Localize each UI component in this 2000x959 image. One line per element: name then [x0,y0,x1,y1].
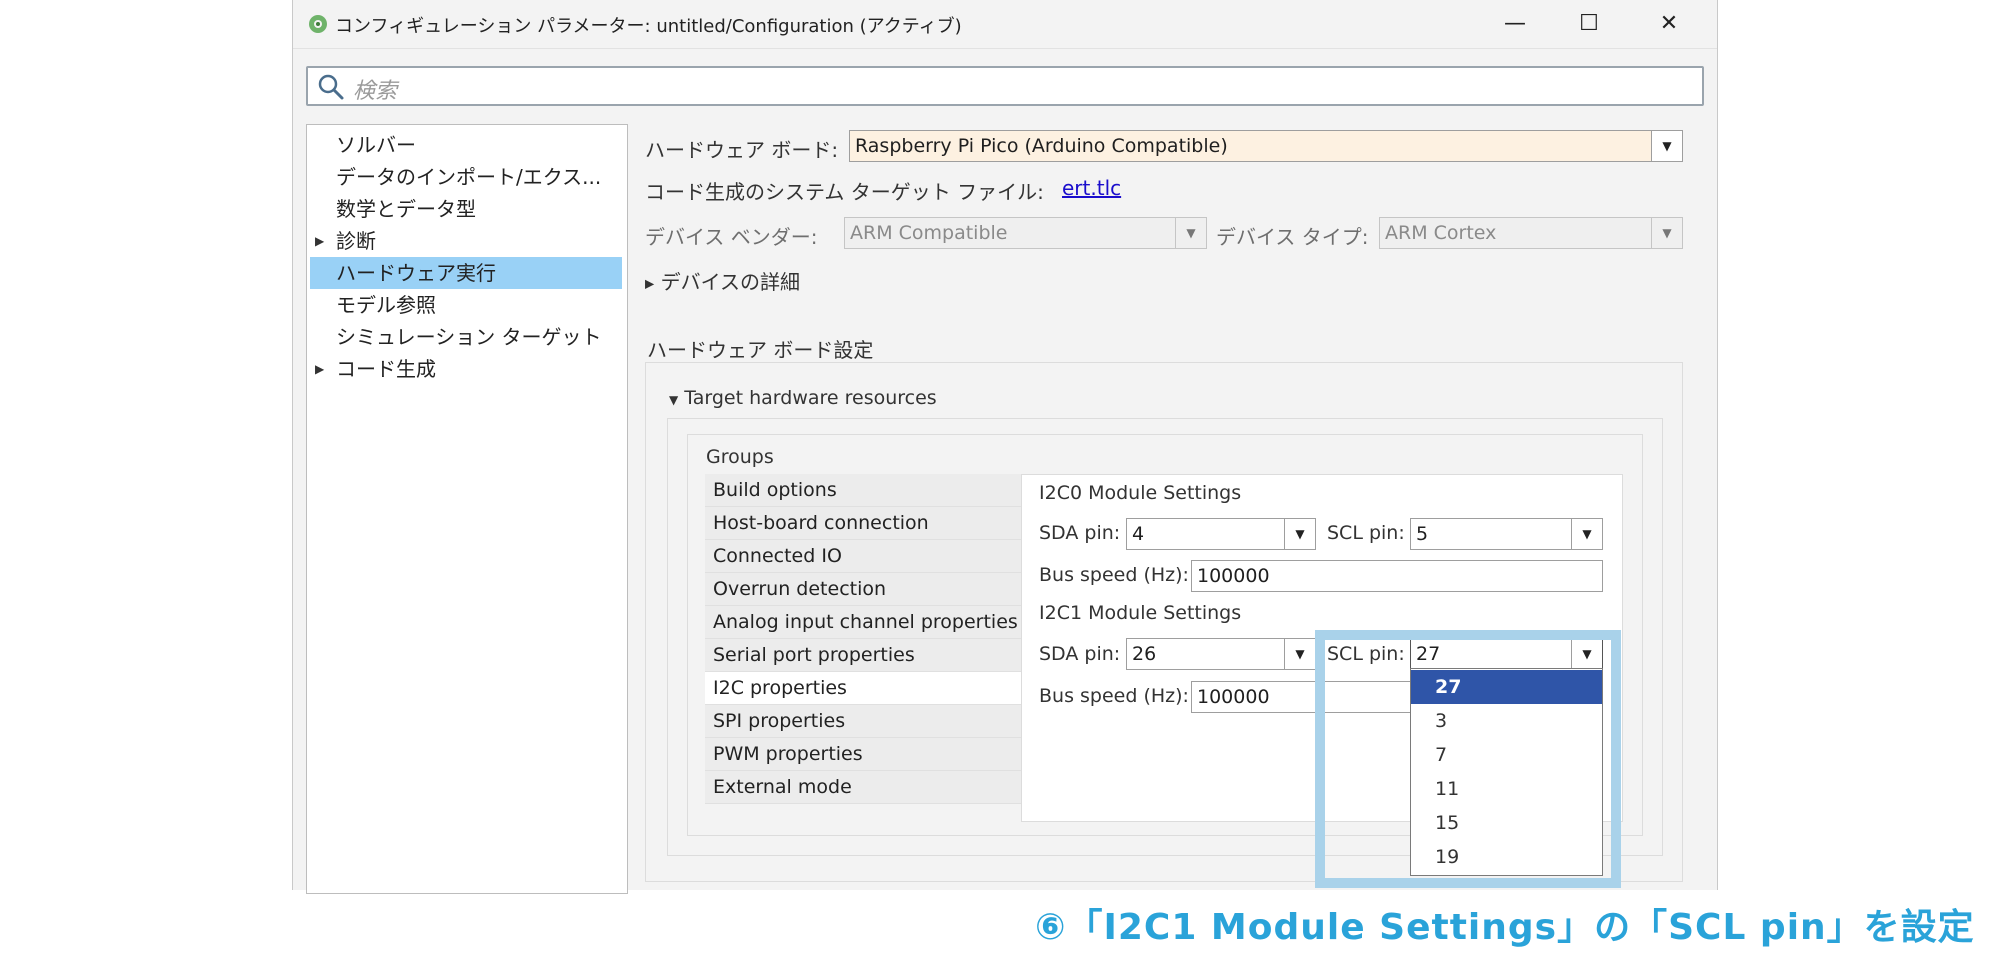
expand-arrow-icon[interactable]: ▶ [315,353,324,385]
group-serial-port[interactable]: Serial port properties [705,639,1021,672]
i2c0-bus-value: 100000 [1197,565,1270,587]
tree-item-code-generation[interactable]: ▶ コード生成 [307,353,625,385]
i2c1-bus-value: 100000 [1197,686,1270,708]
tree-item-diagnostics[interactable]: ▶ 診断 [307,225,625,257]
tree-item-solver[interactable]: ソルバー [307,129,625,161]
annotation-caption: ⑥「I2C1 Module Settings」の「SCL pin」を設定 [1035,907,1975,948]
groups-list: Build options Host-board connection Conn… [705,474,1021,806]
device-vendor-select[interactable]: ARM Compatible ▼ [844,217,1207,249]
device-details-toggle[interactable]: ▶ デバイスの詳細 [645,266,800,295]
expand-arrow-icon: ▶ [645,276,655,291]
i2c0-title: I2C0 Module Settings [1039,482,1242,504]
tree-item-hardware-implementation[interactable]: ハードウェア実行 [310,257,622,289]
tree-item-data-import-export[interactable]: データのインポート/エクス... [307,161,625,193]
board-settings-title: ハードウェア ボード設定 [647,338,874,362]
minimize-icon: — [1504,10,1526,36]
hardware-board-label: ハードウェア ボード: [645,138,839,162]
tree-item-label: モデル参照 [336,293,436,317]
group-overrun-detection[interactable]: Overrun detection [705,573,1021,606]
close-icon: ✕ [1659,10,1679,36]
i2c0-scl-value: 5 [1416,523,1429,545]
annotation-highlight-frame [1315,630,1621,888]
i2c0-scl-label: SCL pin: [1327,522,1405,544]
system-target-label: コード生成のシステム ターゲット ファイル: [645,180,1044,204]
group-pwm-properties[interactable]: PWM properties [705,738,1021,771]
i2c1-sda-select[interactable]: 26 ▼ [1126,638,1316,670]
chevron-down-icon: ▼ [1571,519,1602,549]
device-details-label: デバイスの詳細 [660,270,800,294]
target-resources-label: Target hardware resources [684,387,937,409]
group-analog-input[interactable]: Analog input channel properties [705,606,1021,639]
i2c0-bus-label: Bus speed (Hz): [1039,564,1189,586]
tree-item-label: コード生成 [336,357,436,381]
system-target-link[interactable]: ert.tlc [1062,176,1121,200]
search-input[interactable]: 検索 [306,66,1704,106]
target-resources-toggle[interactable]: ▼ Target hardware resources [669,387,937,409]
category-tree: ソルバー データのインポート/エクス... 数学とデータ型 ▶ 診断 ハードウェ… [306,124,628,894]
device-type-select[interactable]: ARM Cortex ▼ [1379,217,1683,249]
group-connected-io[interactable]: Connected IO [705,540,1021,573]
tree-item-math-data-types[interactable]: 数学とデータ型 [307,193,625,225]
chevron-down-icon: ▼ [1175,218,1206,248]
tree-item-label: ハードウェア実行 [336,261,496,285]
hardware-board-select[interactable]: Raspberry Pi Pico (Arduino Compatible) ▼ [849,130,1683,162]
groups-label: Groups [706,446,774,468]
i2c1-bus-label: Bus speed (Hz): [1039,685,1189,707]
window-title: コンフィギュレーション パラメーター: untitled/Configurati… [335,16,962,37]
collapse-arrow-icon: ▼ [669,393,679,407]
tree-item-label: 診断 [336,229,376,253]
app-icon [309,15,327,33]
device-vendor-label: デバイス ベンダー: [645,225,818,249]
group-i2c-properties[interactable]: I2C properties [705,672,1021,705]
group-spi-properties[interactable]: SPI properties [705,705,1021,738]
i2c0-sda-label: SDA pin: [1039,522,1121,544]
maximize-icon: ☐ [1579,10,1599,36]
tree-item-simulation-target[interactable]: シミュレーション ターゲット [307,321,625,353]
hardware-board-value: Raspberry Pi Pico (Arduino Compatible) [855,135,1228,157]
i2c0-scl-select[interactable]: 5 ▼ [1410,518,1603,550]
i2c1-sda-value: 26 [1132,643,1157,665]
group-build-options[interactable]: Build options [705,474,1021,507]
chevron-down-icon: ▼ [1651,218,1682,248]
chevron-down-icon: ▼ [1284,519,1315,549]
i2c1-sda-label: SDA pin: [1039,643,1121,665]
maximize-button[interactable]: ☐ [1553,0,1625,46]
minimize-button[interactable]: — [1479,0,1551,46]
device-type-value: ARM Cortex [1385,222,1497,244]
device-vendor-value: ARM Compatible [850,222,1008,244]
i2c0-bus-speed-input[interactable]: 100000 [1191,560,1603,592]
chevron-down-icon: ▼ [1284,639,1315,669]
group-external-mode[interactable]: External mode [705,771,1021,804]
tree-item-model-referencing[interactable]: モデル参照 [307,289,625,321]
device-type-label: デバイス タイプ: [1216,225,1369,249]
i2c1-title: I2C1 Module Settings [1039,602,1242,624]
i2c0-sda-select[interactable]: 4 ▼ [1126,518,1316,550]
group-host-board-connection[interactable]: Host-board connection [705,507,1021,540]
search-placeholder: 検索 [353,79,398,104]
tree-item-label: データのインポート/エクス... [336,165,602,189]
search-icon [318,74,344,100]
expand-arrow-icon[interactable]: ▶ [315,225,324,257]
title-bar: コンフィギュレーション パラメーター: untitled/Configurati… [293,0,1717,49]
i2c0-sda-value: 4 [1132,523,1145,545]
tree-item-label: シミュレーション ターゲット [336,325,602,349]
close-button[interactable]: ✕ [1633,0,1705,46]
chevron-down-icon: ▼ [1651,131,1682,161]
tree-item-label: 数学とデータ型 [336,197,476,221]
tree-item-label: ソルバー [336,133,416,157]
